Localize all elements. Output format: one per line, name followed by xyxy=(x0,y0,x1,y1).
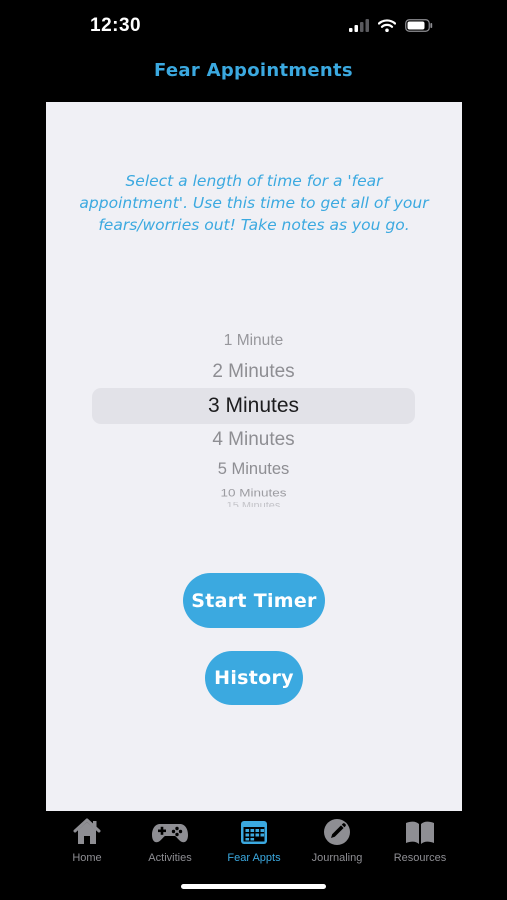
book-icon xyxy=(406,821,434,844)
tab-bar: Home Activities Fear Appts Journaling Re… xyxy=(0,811,507,900)
tab-home[interactable]: Home xyxy=(45,817,129,864)
gamepad-icon xyxy=(152,824,188,843)
history-button[interactable]: History xyxy=(205,651,303,705)
picker-option[interactable]: 10 Minutes xyxy=(92,486,415,499)
picker-option[interactable]: 1 Minute xyxy=(92,332,415,350)
content-panel: Select a length of time for a 'fear appo… xyxy=(46,102,462,811)
cellular-signal-icon xyxy=(349,19,369,32)
pencil-icon xyxy=(324,819,350,845)
wifi-icon xyxy=(378,19,396,32)
tab-label: Journaling xyxy=(311,852,363,864)
home-icon xyxy=(73,818,101,844)
tab-label: Activities xyxy=(148,852,192,864)
duration-picker[interactable]: 1 Minute 2 Minutes 3 Minutes 4 Minutes 5… xyxy=(92,327,415,512)
tab-journaling[interactable]: Journaling xyxy=(295,817,379,864)
tab-resources[interactable]: Resources xyxy=(378,817,462,864)
picker-option[interactable]: 15 Minutes xyxy=(92,502,415,507)
status-icons xyxy=(349,19,433,32)
instructions-text: Select a length of time for a 'fear appo… xyxy=(79,172,429,234)
tab-activities[interactable]: Activities xyxy=(128,817,212,864)
battery-icon xyxy=(405,19,433,32)
start-timer-button[interactable]: Start Timer xyxy=(183,573,325,628)
picker-option[interactable]: 5 Minutes xyxy=(92,460,415,479)
picker-option[interactable]: 4 Minutes xyxy=(92,429,415,451)
page-title: Fear Appointments xyxy=(154,60,353,81)
tab-label: Fear Appts xyxy=(227,852,281,864)
home-indicator[interactable] xyxy=(181,884,326,889)
calendar-icon xyxy=(241,821,267,844)
tab-label: Home xyxy=(72,852,102,864)
tab-fear-appts[interactable]: Fear Appts xyxy=(212,817,296,864)
picker-option[interactable]: 2 Minutes xyxy=(92,361,415,383)
picker-option-selected[interactable]: 3 Minutes xyxy=(92,394,415,418)
status-bar: 12:30 xyxy=(0,0,507,56)
tab-label: Resources xyxy=(393,852,447,864)
status-time: 12:30 xyxy=(90,15,142,36)
